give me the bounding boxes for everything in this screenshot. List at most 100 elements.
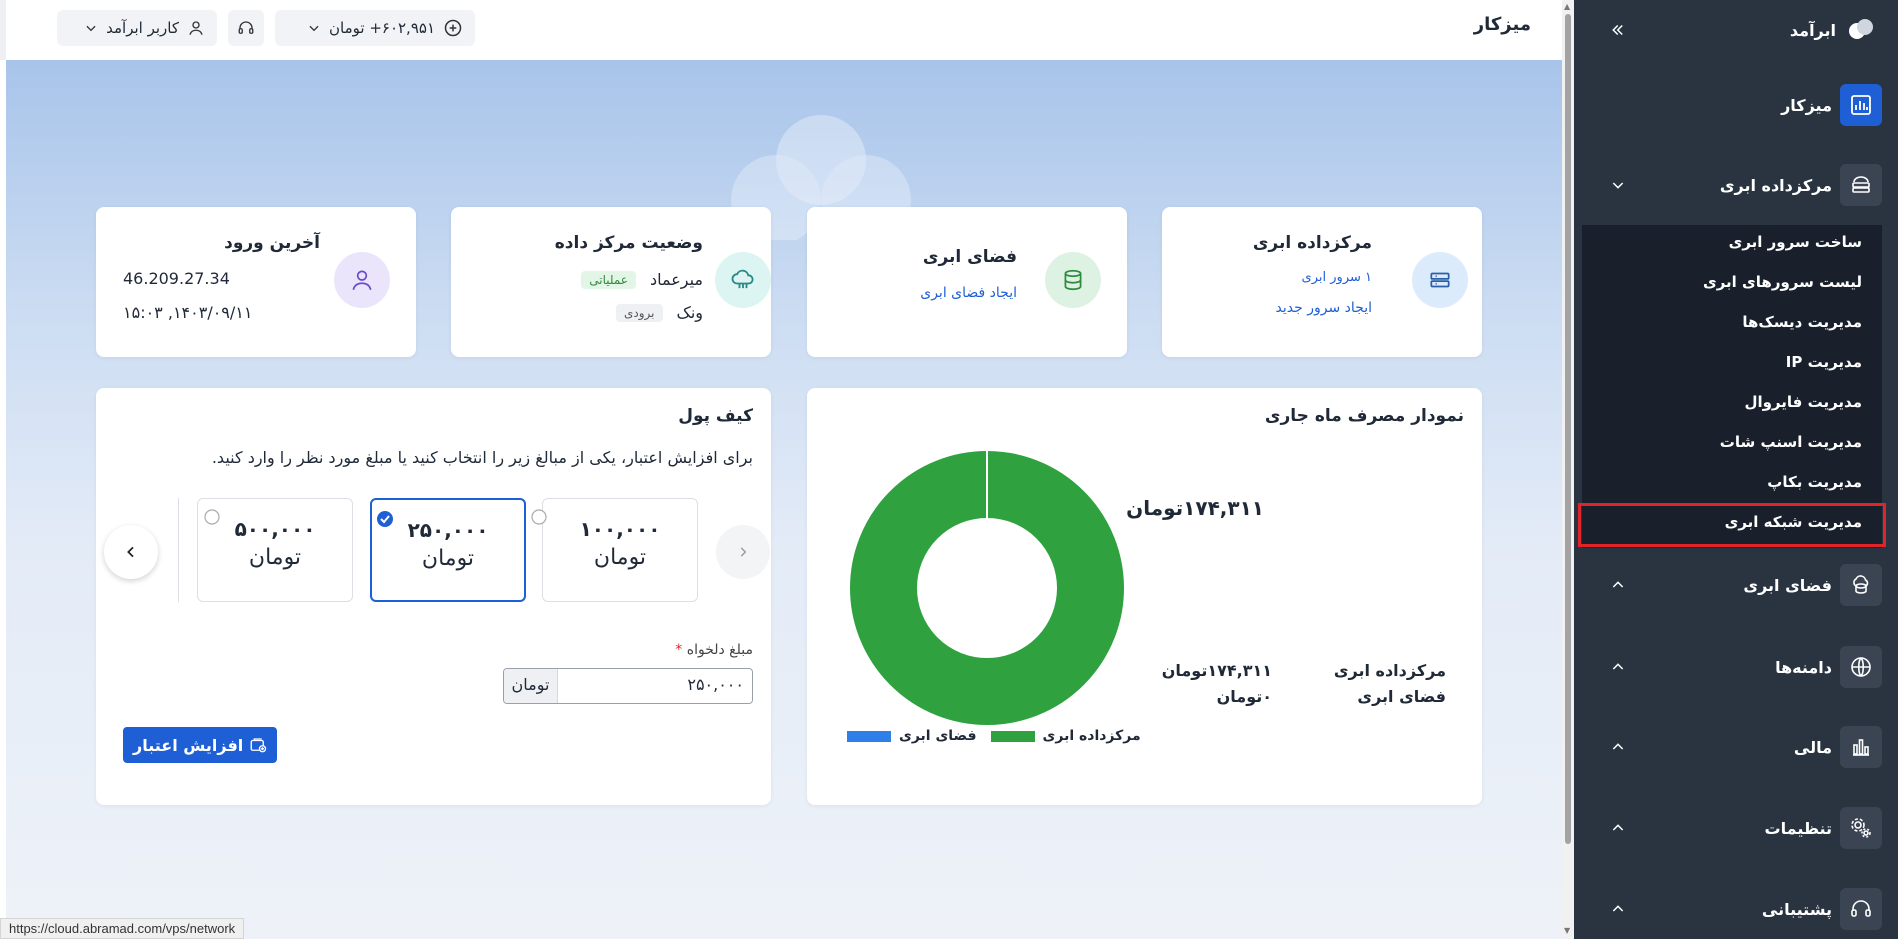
wallet-plus-icon — [250, 738, 267, 753]
sidebar-item-datacenter[interactable]: مرکزداده ابری — [1574, 155, 1898, 215]
cloud-space-card: فضای ابری ایجاد فضای ابری — [807, 207, 1127, 357]
chart-legend: فضای ابری مرکزداده ابری — [847, 728, 1141, 744]
legend-swatch — [847, 730, 891, 742]
chart-callout: ۱۷۴,۳۱۱تومان — [1126, 496, 1264, 520]
amount-unit: تومان — [421, 546, 475, 571]
scroll-down-icon[interactable]: ▼ — [1564, 926, 1570, 935]
summary-value: ۰تومان — [1216, 687, 1272, 706]
sidebar-item-support[interactable]: پشتیبانی — [1574, 879, 1898, 939]
status-bar-url: https://cloud.abramad.com/vps/network — [0, 918, 245, 939]
sidebar-item-dashboard[interactable]: میزکار — [1574, 75, 1898, 135]
create-space-link[interactable]: ایجاد فضای ابری — [920, 285, 1017, 301]
cloud-network-icon — [715, 252, 771, 308]
increase-credit-button[interactable]: افزایش اعتبار — [123, 727, 278, 763]
sidebar-item-label: میزکار — [1781, 95, 1832, 115]
wallet-description: برای افزایش اعتبار، یکی از مبالغ زیر را … — [211, 448, 753, 467]
dashboard-icon — [1840, 84, 1882, 126]
checked-radio-icon — [377, 511, 393, 527]
vertical-scrollbar[interactable]: ▲ ▼ — [1562, 0, 1574, 939]
submenu-item-disks[interactable]: مدیریت دیسک‌ها — [1742, 313, 1862, 331]
usage-donut-chart — [850, 451, 1124, 725]
summary-value: ۱۷۴,۳۱۱تومان — [1161, 661, 1272, 680]
custom-amount-label: مبلغ دلخواه * — [675, 642, 753, 658]
amount-option[interactable]: ۵۰۰,۰۰۰ تومان — [197, 498, 353, 602]
finance-icon — [1840, 726, 1882, 768]
server-icon — [1412, 252, 1468, 308]
brand-logo-icon — [1849, 19, 1873, 39]
plus-circle-icon — [444, 19, 462, 37]
submenu-item-server-list[interactable]: لیست سرورهای ابری — [1703, 273, 1862, 291]
collapse-sidebar-icon[interactable] — [1608, 21, 1626, 39]
sidebar-item-finance[interactable]: مالی — [1574, 717, 1898, 777]
legend-label: مرکزداده ابری — [1042, 728, 1141, 744]
amount-value: ۵۰۰,۰۰۰ — [234, 517, 316, 541]
summary-label: فضای ابری — [1357, 687, 1446, 706]
legend-label: فضای ابری — [899, 728, 977, 744]
status-badge: برودی — [616, 303, 663, 322]
legend-swatch — [990, 730, 1035, 742]
user-menu-button[interactable]: کاربر ابرآمد — [57, 10, 217, 46]
carousel-next-button[interactable] — [104, 525, 158, 579]
chevron-up-icon — [1612, 663, 1624, 670]
status-badge: عملیاتی — [581, 270, 636, 289]
chevron-up-icon — [1612, 581, 1624, 588]
partial-amount-option — [178, 498, 181, 602]
summary-labels: مرکزداده ابری فضای ابری — [1334, 658, 1446, 710]
submenu-item-create-server[interactable]: ساخت سرور ابری — [1729, 233, 1862, 251]
amount-unit: تومان — [248, 545, 302, 570]
datacenter-name: ونک — [676, 303, 704, 322]
custom-amount-field[interactable]: ۲۵۰,۰۰۰ تومان — [503, 668, 753, 704]
scrollbar-thumb[interactable] — [1565, 14, 1571, 844]
cloud-space-title: فضای ابری — [922, 247, 1017, 267]
user-icon — [334, 252, 390, 308]
support-button[interactable] — [228, 10, 264, 46]
sidebar-item-label: فضای ابری — [1743, 575, 1832, 595]
amount-option[interactable]: ۱۰۰,۰۰۰ تومان — [531, 498, 698, 602]
custom-amount-input[interactable]: ۲۵۰,۰۰۰ — [558, 669, 752, 703]
submenu-item-snapshot[interactable]: مدیریت اسنپ شات — [1720, 433, 1862, 451]
datacenter-title: مرکزداده ابری — [1252, 233, 1372, 253]
balance-button[interactable]: ۶۰۲,۹۵۱+ تومان — [275, 10, 475, 46]
summary-label: مرکزداده ابری — [1333, 661, 1446, 680]
carousel-prev-button[interactable] — [716, 525, 770, 579]
chart-title: نمودار مصرف ماه جاری — [1264, 406, 1464, 426]
sidebar-item-settings[interactable]: تنظیمات — [1574, 798, 1898, 858]
headset-icon — [1840, 888, 1882, 930]
amount-value: ۲۵۰,۰۰۰ — [407, 518, 489, 542]
submenu-item-ip[interactable]: مدیریت IP — [1786, 353, 1862, 371]
sidebar-item-label: پشتیبانی — [1761, 899, 1832, 919]
amount-option-selected[interactable]: ۲۵۰,۰۰۰ تومان — [370, 498, 526, 602]
chevron-up-icon — [1612, 824, 1624, 831]
legend-item-space: فضای ابری — [847, 728, 977, 744]
last-login-title: آخرین ورود — [224, 233, 320, 253]
active-item-highlight — [1578, 503, 1886, 547]
submenu-item-backup[interactable]: مدیریت بکاپ — [1767, 473, 1862, 491]
status-row: ونک برودی — [616, 303, 703, 322]
status-row: میرعماد عملیاتی — [581, 270, 703, 289]
create-server-link[interactable]: ایجاد سرور جدید — [1276, 300, 1372, 316]
chevron-up-icon — [1612, 743, 1624, 750]
globe-icon — [1840, 646, 1882, 688]
usage-chart-card: نمودار مصرف ماه جاری ۱۷۴,۳۱۱تومان مرکزدا… — [807, 388, 1482, 805]
amount-unit: تومان — [593, 545, 647, 570]
sidebar-item-label: مالی — [1793, 737, 1832, 757]
brand-name: ابرآمد — [1789, 20, 1836, 40]
storage-icon — [1045, 252, 1101, 308]
sidebar: ابرآمد میزکار مرکزداده ابری ساخت سرور اب… — [1574, 0, 1898, 939]
sidebar-item-domains[interactable]: دامنه‌ها — [1574, 637, 1898, 697]
chevron-up-icon — [1612, 905, 1624, 912]
user-name: کاربر ابرآمد — [106, 19, 179, 37]
sidebar-item-label: تنظیمات — [1764, 818, 1832, 838]
amount-value: ۱۰۰,۰۰۰ — [579, 517, 661, 541]
sidebar-item-label: مرکزداده ابری — [1719, 175, 1832, 195]
currency-addon: تومان — [504, 669, 558, 703]
scroll-up-icon[interactable]: ▲ — [1564, 2, 1570, 11]
submenu-item-firewall[interactable]: مدیریت فایروال — [1744, 393, 1862, 411]
user-icon — [189, 21, 203, 35]
sidebar-item-cloud-space[interactable]: فضای ابری — [1574, 555, 1898, 615]
last-login-card: آخرین ورود 46.209.27.34 ۱۴۰۳/۰۹/۱۱, ۱۵:۰… — [96, 207, 416, 357]
top-bar: میزکار کاربر ابرآمد ۶۰۲,۹۵۱+ تومان — [0, 0, 1574, 60]
login-time: ۱۴۰۳/۰۹/۱۱, ۱۵:۰۳ — [123, 303, 253, 322]
increase-credit-label: افزایش اعتبار — [133, 735, 244, 755]
summary-values: ۱۷۴,۳۱۱تومان ۰تومان — [1162, 658, 1272, 710]
